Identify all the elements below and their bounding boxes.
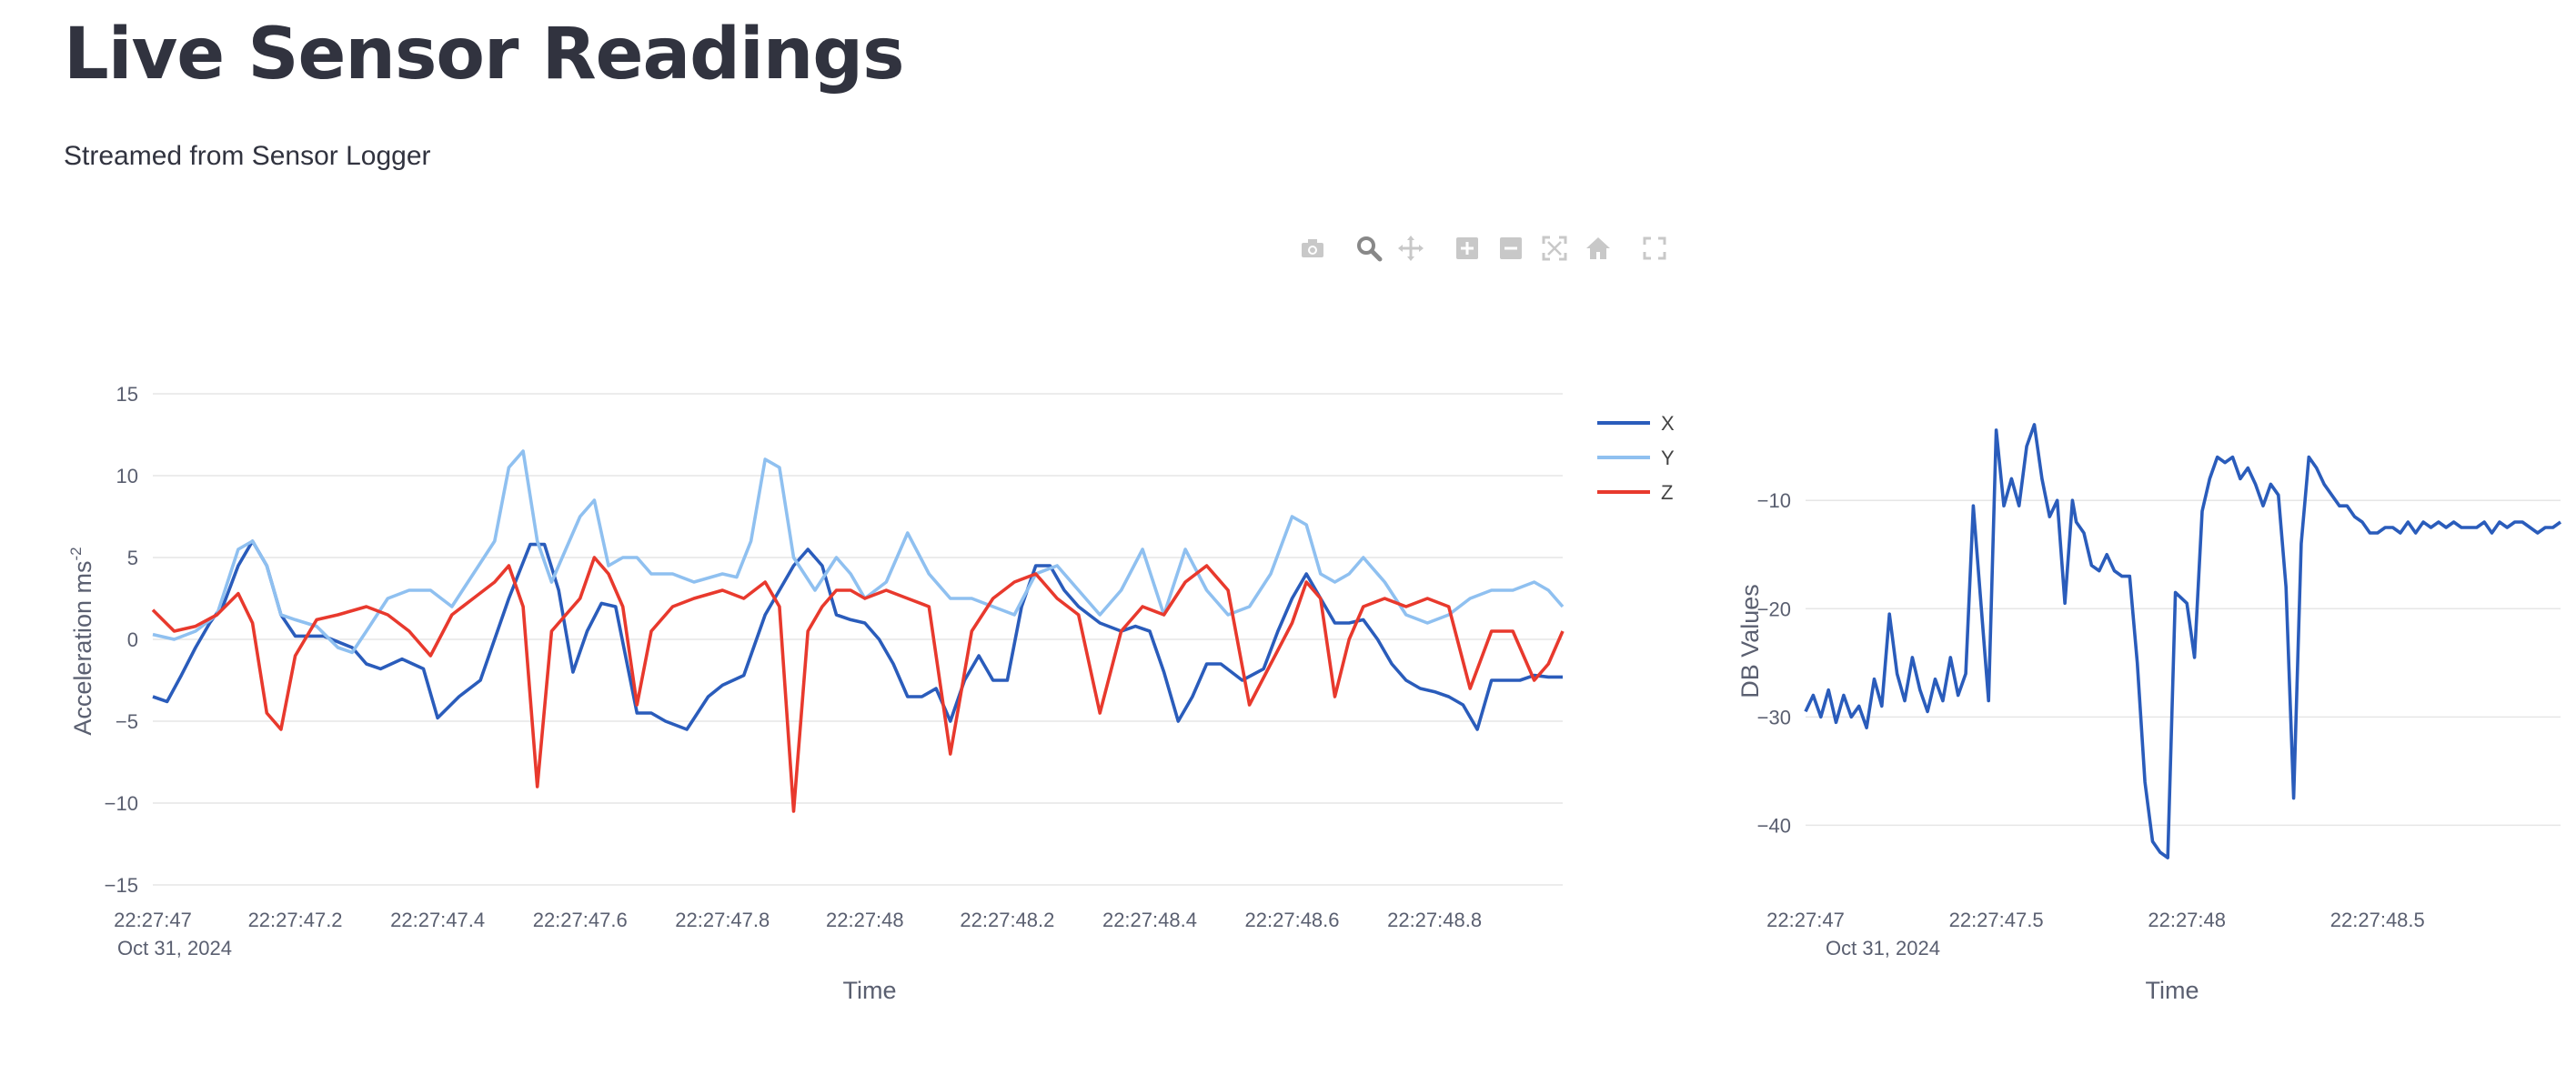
accel-ytick-label: 10 [116, 465, 138, 487]
legend-label-y: Y [1661, 447, 1675, 469]
accel-x-axis-title: Time [843, 977, 897, 1004]
accel-xtick-label: 22:27:47.8 [675, 909, 770, 931]
pan-icon[interactable] [1394, 232, 1427, 265]
db-series-db-line [1804, 423, 2562, 859]
accel-xtick-label: 22:27:48.4 [1102, 909, 1197, 931]
accel-ytick-label: 15 [116, 383, 138, 406]
accel-xtick-label: 22:27:47.6 [533, 909, 628, 931]
db-ytick-label: −40 [1757, 814, 1791, 837]
accel-y-axis-title-text: Acceleration ms [69, 561, 96, 736]
legend-label-x: X [1661, 412, 1675, 435]
zoom-out-icon[interactable] [1494, 232, 1527, 265]
db-date-label: Oct 31, 2024 [1826, 937, 1940, 959]
accel-xtick-label: 22:27:47.4 [390, 909, 485, 931]
accel-series-z-line [151, 556, 1565, 813]
db-xtick-label: 22:27:47 [1766, 909, 1845, 931]
fullscreen-icon[interactable] [1638, 232, 1671, 265]
db-y-axis-title: DB Values [1736, 584, 1764, 698]
page-title: Live Sensor Readings [64, 14, 905, 95]
accel-ytick-label: 5 [127, 547, 138, 569]
db-xtick-label: 22:27:48.5 [2330, 909, 2425, 931]
accel-legend: XYZ [1597, 412, 1675, 504]
zoom-in-icon[interactable] [1451, 232, 1484, 265]
accel-xtick-label: 22:27:47.2 [248, 909, 343, 931]
autoscale-icon[interactable] [1538, 232, 1571, 265]
legend-label-z: Z [1661, 481, 1673, 504]
accel-xtick-label: 22:27:48.2 [960, 909, 1054, 931]
accel-ytick-label: −5 [116, 710, 138, 733]
accel-ytick-label: −10 [105, 792, 138, 815]
zoom-icon[interactable] [1353, 232, 1385, 265]
accel-xtick-label: 22:27:47 [114, 909, 192, 931]
accel-xtick-label: 22:27:48 [826, 909, 904, 931]
reset-axes-icon[interactable] [1582, 232, 1615, 265]
db-ytick-label: −10 [1757, 489, 1791, 512]
db-xtick-label: 22:27:48 [2148, 909, 2226, 931]
db-xtick-label: 22:27:47.5 [1949, 909, 2044, 931]
accel-xtick-label: 22:27:48.6 [1245, 909, 1340, 931]
accel-ytick-label: −15 [105, 874, 138, 897]
db-x-axis-title: Time [2146, 977, 2199, 1004]
acceleration-chart[interactable]: 15 10 5 0 −5 −10 −15 22:27:47 22:27:47.2 22:27:4… [0, 346, 1710, 1037]
db-ytick-label: −30 [1757, 706, 1791, 728]
db-chart[interactable]: −10−20−30−40 22:27:47 22:27:47.5 22:27:48 2… [1710, 346, 2576, 1037]
accel-xtick-label: 22:27:48.8 [1387, 909, 1482, 931]
page-subtitle: Streamed from Sensor Logger [64, 141, 431, 171]
accel-date-label: Oct 31, 2024 [117, 937, 232, 959]
accel-y-axis-title-sup: -2 [67, 547, 85, 560]
camera-icon[interactable] [1296, 232, 1329, 265]
accel-ytick-label: 0 [127, 628, 138, 651]
accel-y-axis-title: Acceleration ms-2 [67, 547, 96, 735]
